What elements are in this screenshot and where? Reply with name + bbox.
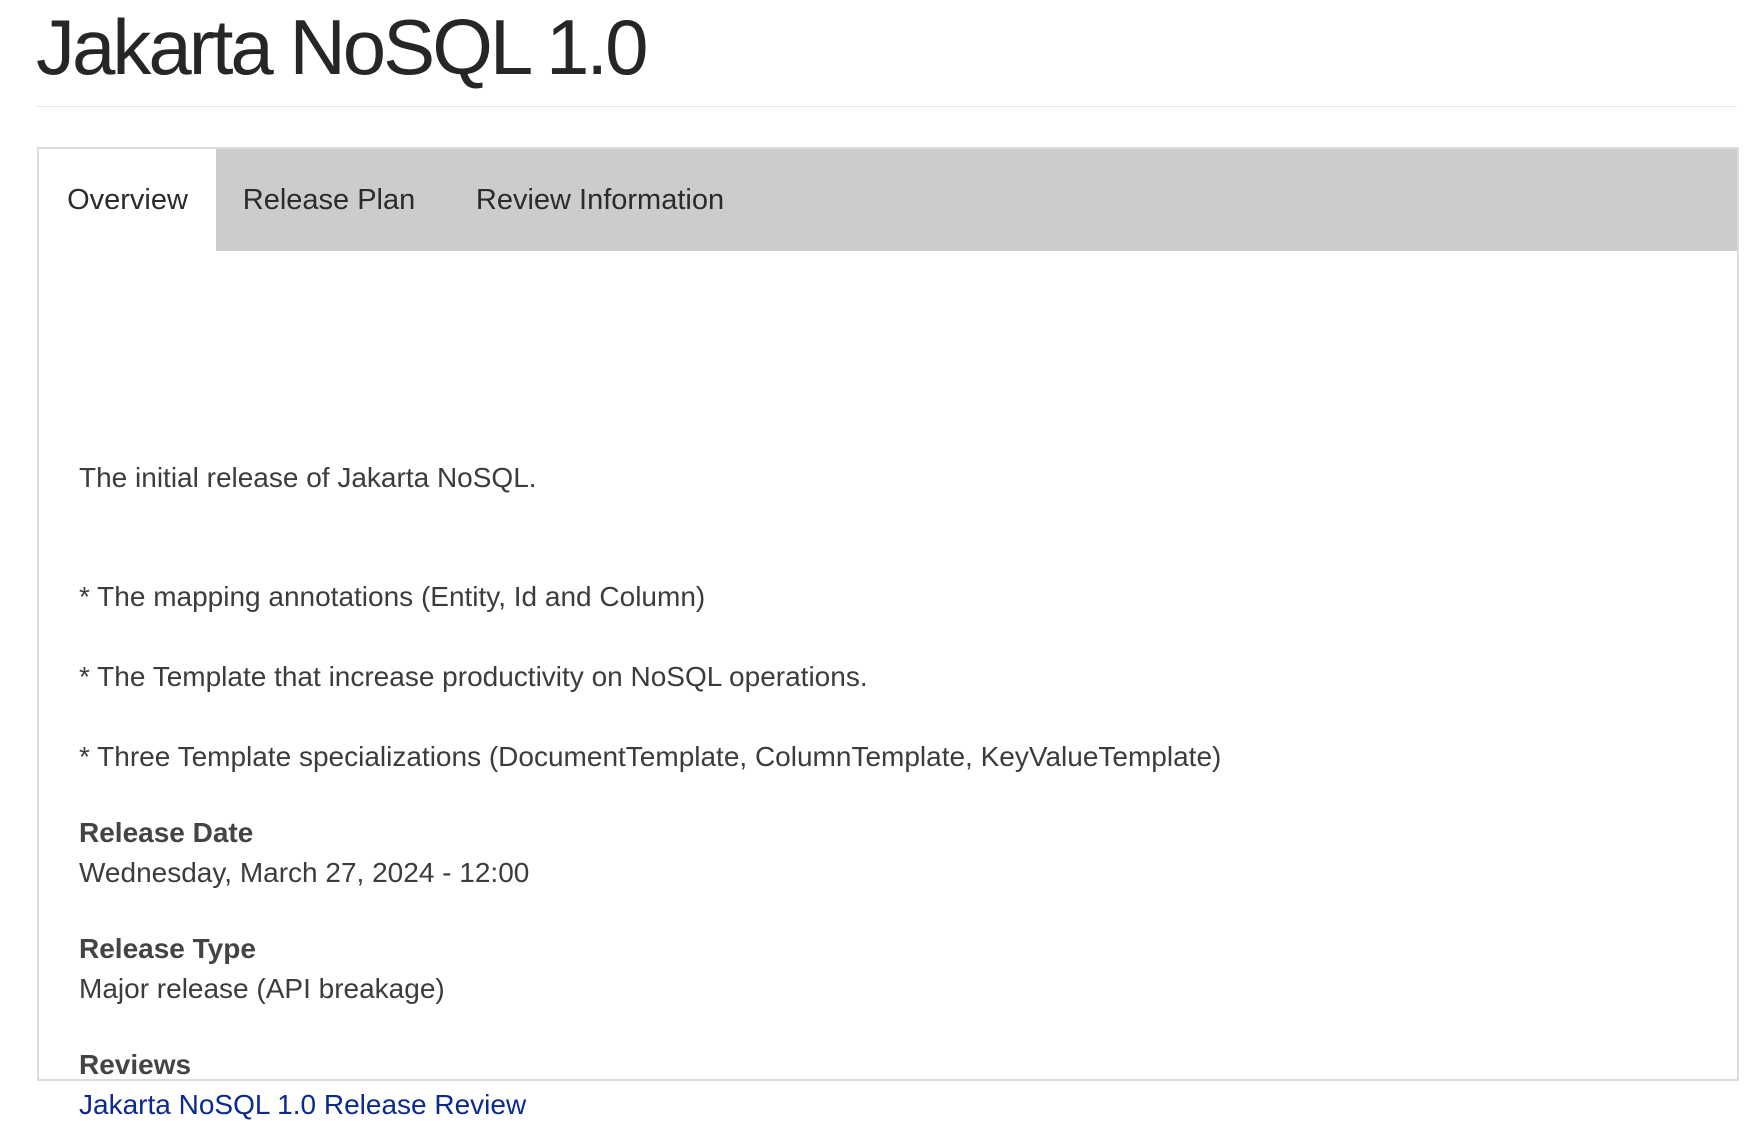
bullet-item: * The mapping annotations (Entity, Id an… [79,581,706,612]
release-type-label: Release Type [79,933,256,964]
release-date-label: Release Date [79,817,254,848]
tab-panel: Overview Release Plan Review Information… [37,147,1739,1120]
bullet-item: * The Template that increase productivit… [79,661,868,692]
title-divider [37,106,1737,107]
reviews-label: Reviews [79,1049,192,1080]
release-date-value: Wednesday, March 27, 2024 - 12:00 [79,857,530,888]
tab-review-information[interactable]: Review Information [442,149,758,251]
tab-release-plan[interactable]: Release Plan [216,149,442,251]
bullet-item: * Three Template specializations (Docume… [79,741,1222,772]
tab-overview[interactable]: Overview [39,149,216,253]
page-title: Jakarta NoSQL 1.0 [36,3,648,91]
release-type-value: Major release (API breakage) [79,973,445,1004]
intro-text: The initial release of Jakarta NoSQL. [79,462,537,493]
release-review-link[interactable]: Jakarta NoSQL 1.0 Release Review [79,1088,526,1122]
